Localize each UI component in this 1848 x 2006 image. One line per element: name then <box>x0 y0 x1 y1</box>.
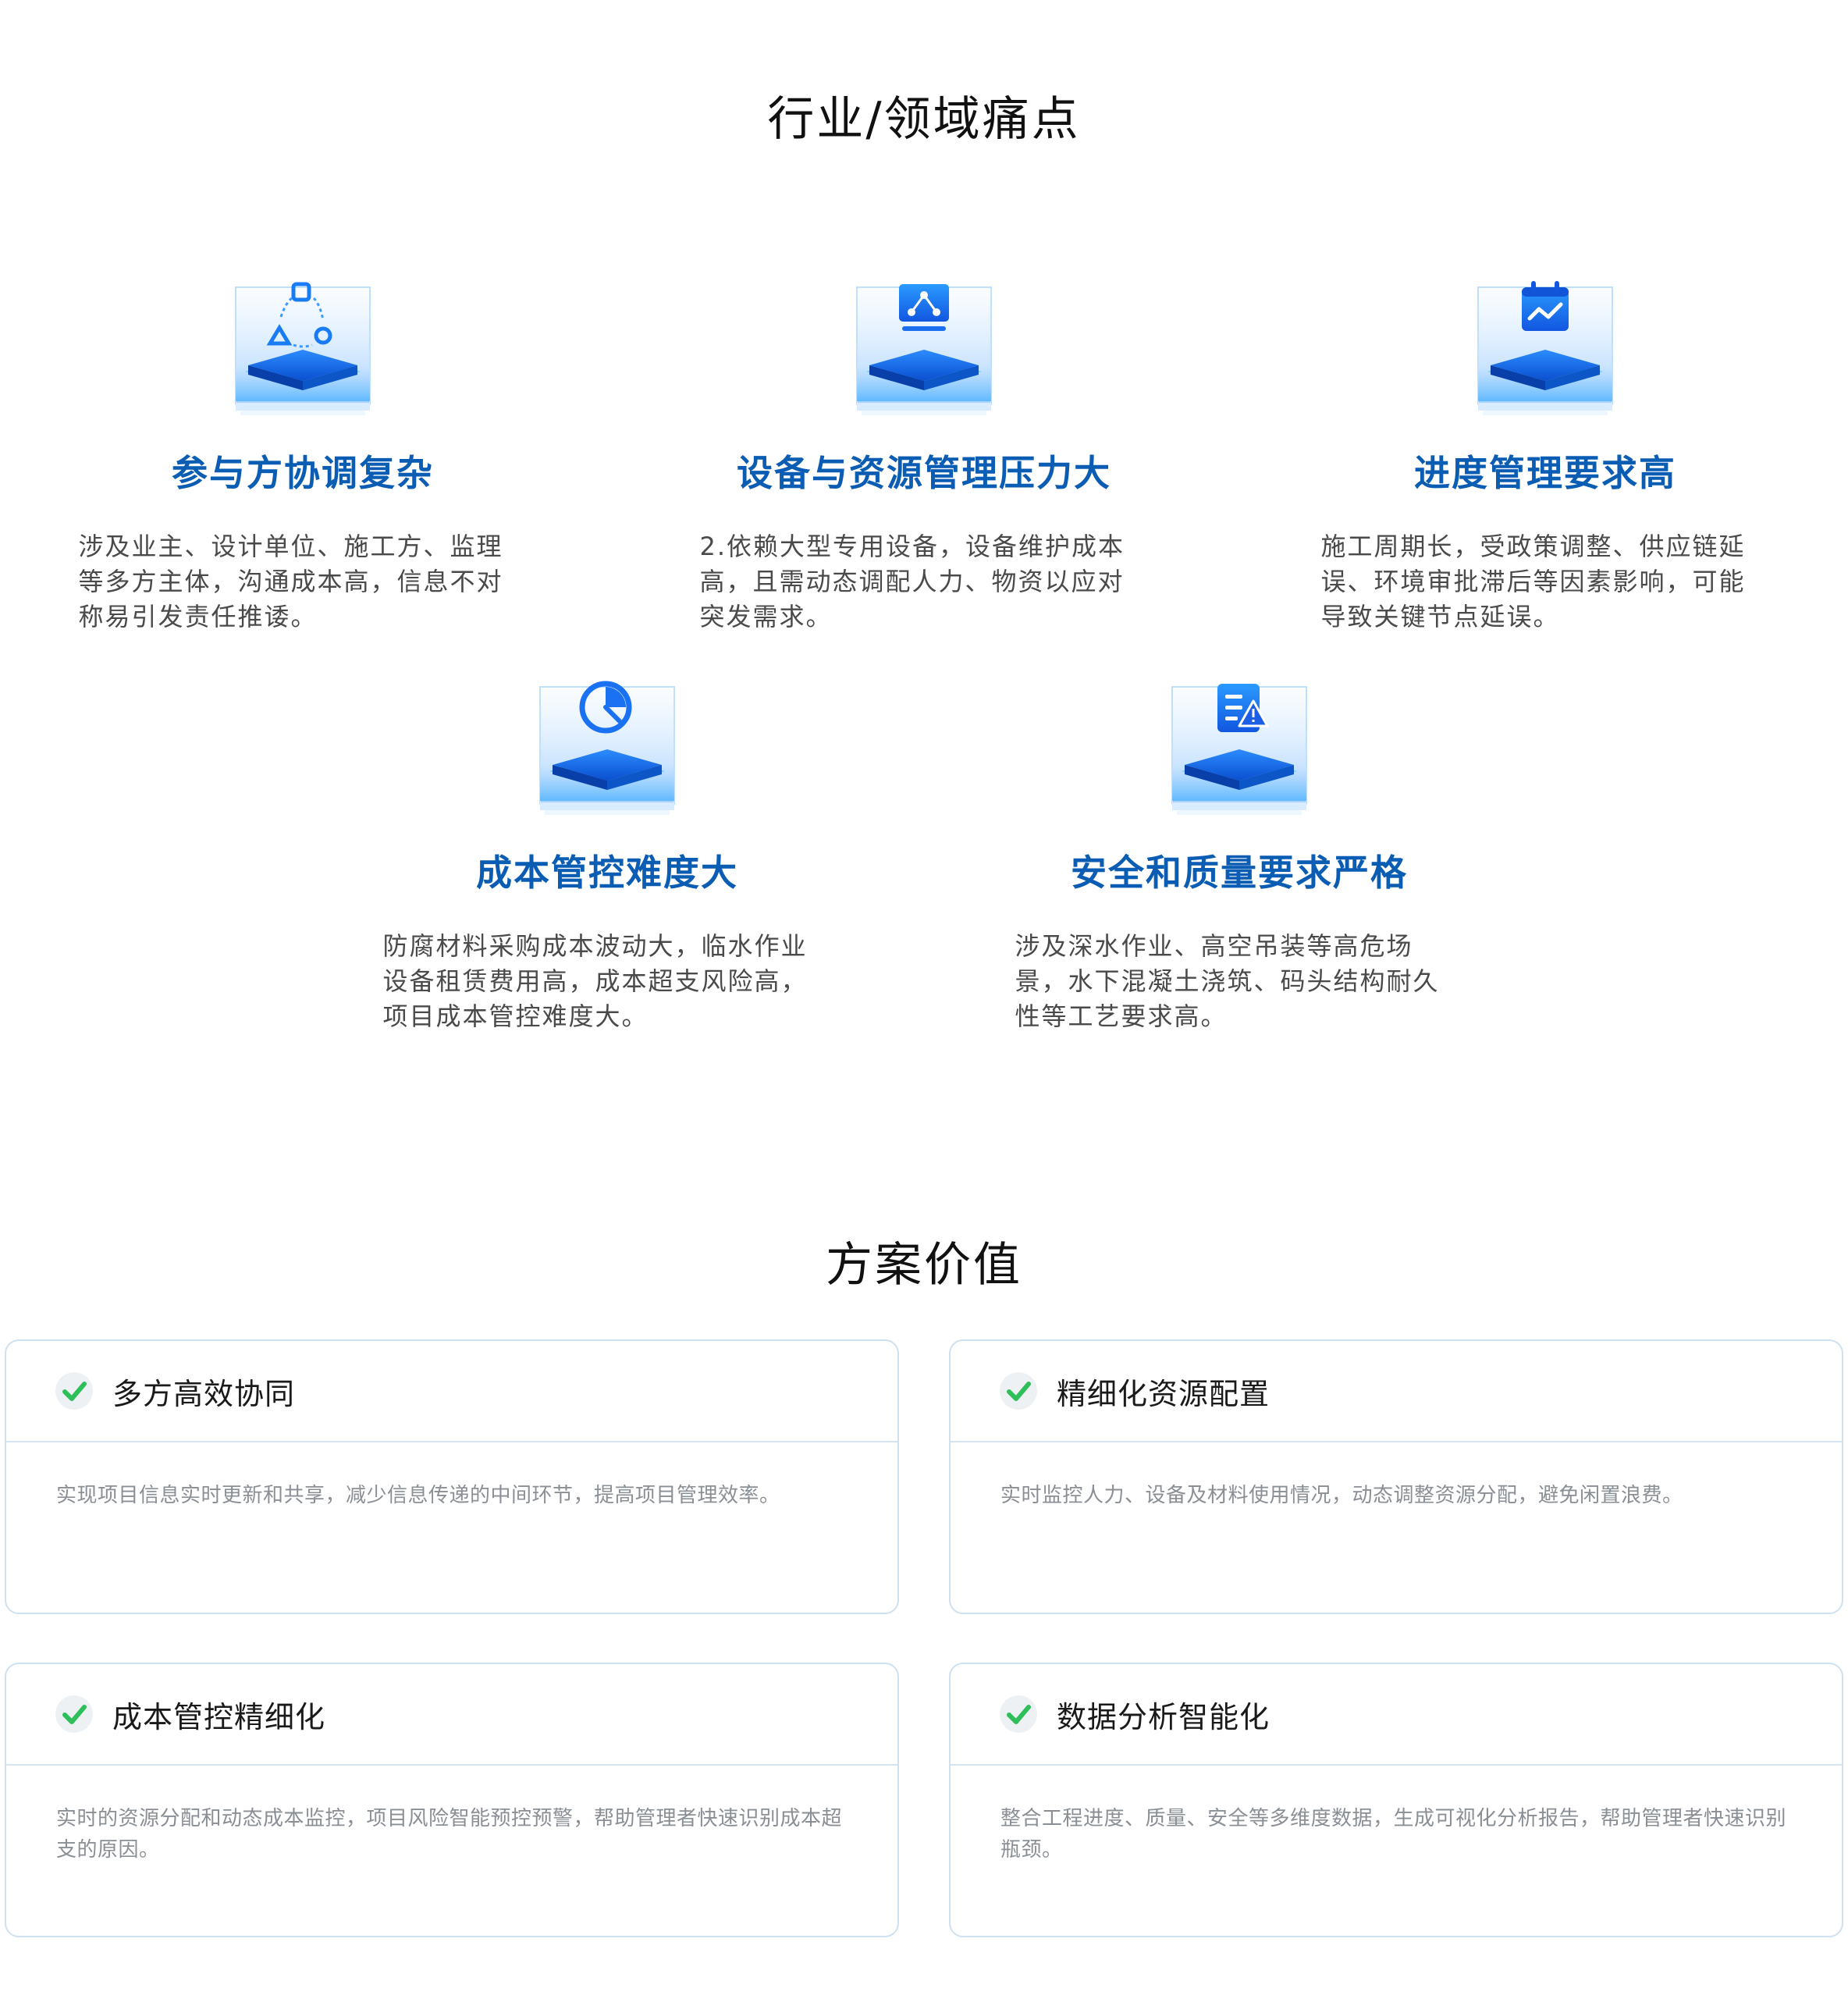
warning-document-icon <box>1171 684 1307 816</box>
value-card-desc: 整合工程进度、质量、安全等多维度数据，生成可视化分析报告，帮助管理者快速识别瓶颈… <box>1000 1807 1787 1862</box>
value-card-title: 多方高效协同 <box>112 1376 296 1411</box>
network-monitor-icon <box>856 284 992 416</box>
pain-point-title: 设备与资源管理压力大 <box>737 452 1111 494</box>
value-card-title: 成本管控精细化 <box>112 1699 326 1734</box>
section-title-solution-value: 方案价值 <box>826 1238 1022 1293</box>
pain-point-card: 成本管控难度大 防腐材料采购成本波动大，临水作业设备租赁费用高，成本超支风险高，… <box>295 671 919 1034</box>
pain-point-title: 进度管理要求高 <box>1414 452 1676 494</box>
check-icon <box>55 1695 93 1733</box>
pain-point-card: 设备与资源管理压力大 2.依赖大型专用设备，设备维护成本高，且需动态调配人力、物… <box>612 272 1236 635</box>
value-card-header: 精细化资源配置 <box>951 1341 1842 1442</box>
pain-point-title: 参与方协调复杂 <box>172 452 434 494</box>
pain-point-title: 成本管控难度大 <box>476 852 738 894</box>
pain-point-desc: 涉及深水作业、高空吊装等高危场景，水下混凝土浇筑、码头结构耐久性等工艺要求高。 <box>1015 931 1440 1031</box>
check-icon <box>1000 1695 1037 1733</box>
check-icon <box>55 1372 93 1410</box>
value-card: 数据分析智能化 整合工程进度、质量、安全等多维度数据，生成可视化分析报告，帮助管… <box>949 1663 1843 1937</box>
value-card: 成本管控精细化 实时的资源分配和动态成本监控，项目风险智能预控预警，帮助管理者快… <box>5 1663 899 1937</box>
pain-point-title: 安全和质量要求严格 <box>1071 852 1408 894</box>
section-title-pain-points: 行业/领域痛点 <box>767 92 1081 147</box>
calendar-chart-icon <box>1477 281 1613 416</box>
pain-point-card: 安全和质量要求严格 涉及深水作业、高空吊装等高危场景，水下混凝土浇筑、码头结构耐… <box>927 671 1551 1034</box>
pie-chart-icon <box>539 681 675 816</box>
shapes-icon <box>235 282 371 416</box>
pain-point-desc: 防腐材料采购成本波动大，临水作业设备租赁费用高，成本超支风险高，项目成本管控难度… <box>382 931 808 1031</box>
value-card-title: 数据分析智能化 <box>1057 1699 1270 1734</box>
value-card: 多方高效协同 实现项目信息实时更新和共享，减少信息传递的中间环节，提高项目管理效… <box>5 1339 899 1614</box>
pain-point-desc: 施工周期长，受政策调整、供应链延误、环境审批滞后等因素影响，可能导致关键节点延误… <box>1320 532 1746 631</box>
value-card-desc: 实现项目信息实时更新和共享，减少信息传递的中间环节，提高项目管理效率。 <box>56 1484 780 1507</box>
pain-point-card: 参与方协调复杂 涉及业主、设计单位、施工方、监理等多方主体，沟通成本高，信息不对… <box>0 272 615 635</box>
pain-point-desc: 涉及业主、设计单位、施工方、监理等多方主体，沟通成本高，信息不对称易引发责任推诿… <box>78 532 503 631</box>
pain-point-desc: 2.依赖大型专用设备，设备维护成本高，且需动态调配人力、物资以应对突发需求。 <box>699 532 1125 631</box>
value-card-header: 成本管控精细化 <box>6 1664 897 1766</box>
value-card-title: 精细化资源配置 <box>1057 1376 1270 1411</box>
value-card-header: 数据分析智能化 <box>951 1664 1842 1766</box>
check-icon <box>1000 1372 1037 1410</box>
value-card-desc: 实时监控人力、设备及材料使用情况，动态调整资源分配，避免闲置浪费。 <box>1000 1484 1683 1507</box>
value-card-header: 多方高效协同 <box>6 1341 897 1442</box>
pain-point-card: 进度管理要求高 施工周期长，受政策调整、供应链延误、环境审批滞后等因素影响，可能… <box>1233 272 1848 635</box>
value-card: 精细化资源配置 实时监控人力、设备及材料使用情况，动态调整资源分配，避免闲置浪费… <box>949 1339 1843 1614</box>
value-card-desc: 实时的资源分配和动态成本监控，项目风险智能预控预警，帮助管理者快速识别成本超支的… <box>56 1807 843 1862</box>
